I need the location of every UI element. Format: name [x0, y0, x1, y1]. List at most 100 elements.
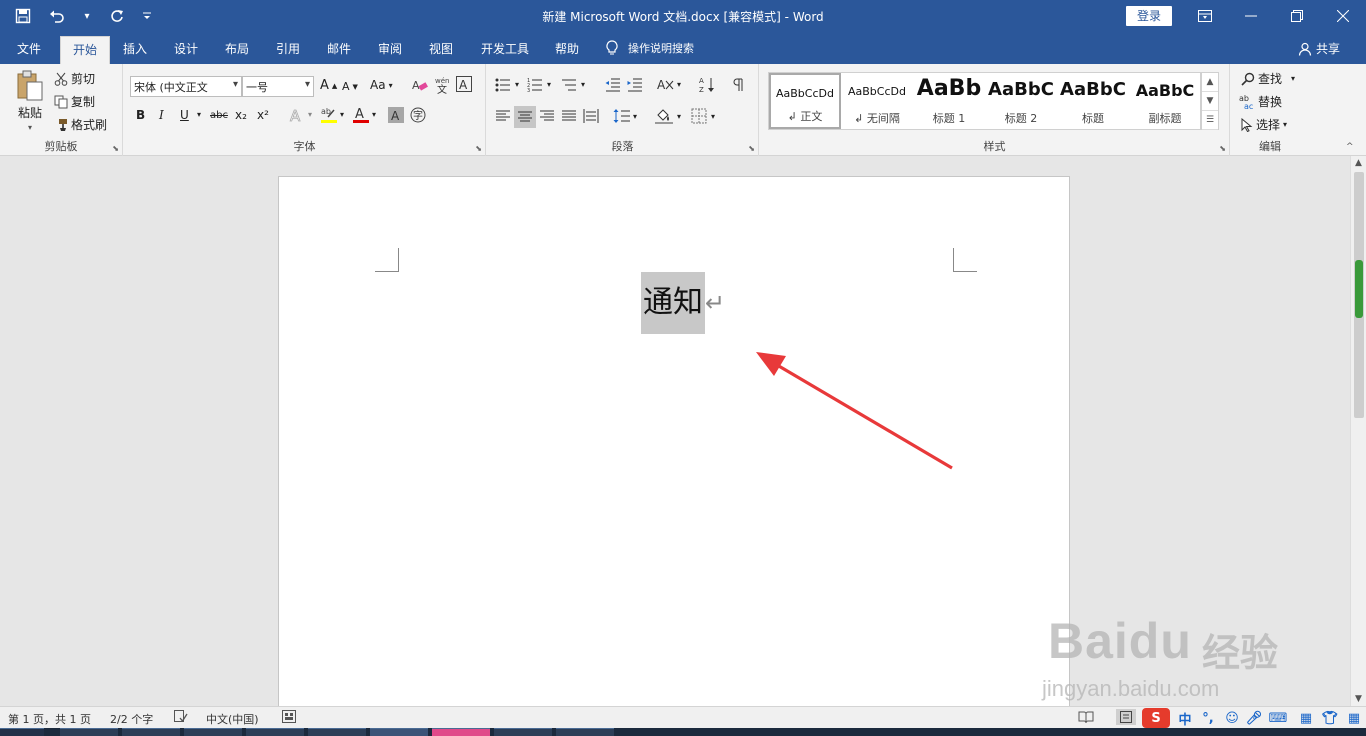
multilevel-dropdown-icon[interactable]: ▾	[581, 80, 585, 89]
tab-layout[interactable]: 布局	[216, 36, 258, 64]
character-shading-icon[interactable]: A	[388, 107, 404, 123]
multilevel-list-icon[interactable]	[561, 78, 577, 92]
selected-text[interactable]: 通知	[641, 272, 705, 334]
text-effects-icon[interactable]: A	[288, 106, 306, 124]
underline-button[interactable]: U	[180, 108, 189, 122]
macro-recording-icon[interactable]	[282, 710, 296, 723]
line-spacing-dropdown-icon[interactable]: ▾	[633, 112, 637, 121]
ime-toolbox-icon[interactable]: ▦	[1296, 708, 1316, 728]
font-color-icon[interactable]: A	[352, 106, 370, 124]
ime-voice-icon[interactable]: 🎤︎	[1244, 708, 1264, 728]
ime-menu-icon[interactable]: ▦	[1344, 708, 1364, 728]
chinese-layout-dropdown-icon[interactable]: ▾	[677, 80, 681, 89]
document-paragraph[interactable]: 通知 ↵	[641, 272, 725, 334]
gallery-more-icon[interactable]: ☰	[1202, 111, 1218, 130]
gallery-down-icon[interactable]: ▼	[1202, 92, 1218, 111]
sogou-ime-icon[interactable]: S	[1142, 708, 1170, 728]
shading-icon[interactable]	[655, 108, 673, 124]
scroll-down-icon[interactable]: ▼	[1351, 694, 1366, 704]
grow-font-icon[interactable]: A ▲	[320, 78, 337, 93]
taskbar-app[interactable]	[122, 728, 180, 736]
find-button[interactable]: 查找 ▾	[1241, 70, 1295, 87]
minimize-icon[interactable]	[1228, 0, 1274, 32]
bullets-icon[interactable]	[495, 78, 511, 92]
superscript-button[interactable]: x²	[257, 108, 269, 122]
style-subtitle[interactable]: AaBbC 副标题	[1129, 73, 1201, 129]
sort-icon[interactable]: AZ	[699, 76, 715, 94]
ribbon-display-options-icon[interactable]	[1182, 0, 1228, 32]
paste-dropdown-icon[interactable]: ▾	[28, 123, 32, 132]
word-count[interactable]: 2/2 个字	[110, 711, 153, 727]
font-launcher-icon[interactable]: ⬊	[475, 144, 482, 153]
taskbar-app[interactable]	[556, 728, 614, 736]
ime-keyboard-icon[interactable]: ⌨	[1268, 708, 1288, 728]
taskbar-app[interactable]	[308, 728, 366, 736]
restore-icon[interactable]	[1274, 0, 1320, 32]
taskbar-app[interactable]	[184, 728, 242, 736]
tab-insert[interactable]: 插入	[114, 36, 156, 64]
tell-me-search[interactable]: 操作说明搜索	[606, 40, 694, 56]
tab-view[interactable]: 视图	[420, 36, 462, 64]
styles-launcher-icon[interactable]: ⬊	[1219, 144, 1226, 153]
replace-button[interactable]: ab ac 替换	[1239, 93, 1282, 110]
vertical-scrollbar[interactable]: ▲ ▼	[1350, 156, 1366, 706]
change-case-button[interactable]: Aa ▾	[370, 78, 393, 92]
font-color-dropdown-icon[interactable]: ▾	[372, 110, 376, 119]
taskbar-app[interactable]	[246, 728, 304, 736]
shrink-font-icon[interactable]: A ▼	[342, 80, 358, 93]
distributed-icon[interactable]	[583, 108, 599, 124]
increase-indent-icon[interactable]	[627, 78, 643, 92]
tab-help[interactable]: 帮助	[546, 36, 588, 64]
tab-references[interactable]: 引用	[267, 36, 309, 64]
bold-button[interactable]: B	[136, 108, 145, 122]
taskbar-app[interactable]	[432, 728, 490, 736]
ime-skin-icon[interactable]: 👕︎	[1320, 708, 1340, 728]
borders-icon[interactable]	[691, 108, 707, 124]
enclose-characters-icon[interactable]: 字	[410, 107, 426, 123]
taskbar-app[interactable]	[370, 728, 428, 736]
font-name-combo[interactable]: 宋体 (中文正文 ▾	[130, 76, 242, 97]
style-heading-1[interactable]: AaBb 标题 1	[913, 73, 985, 129]
borders-dropdown-icon[interactable]: ▾	[711, 112, 715, 121]
shading-dropdown-icon[interactable]: ▾	[677, 112, 681, 121]
tab-home[interactable]: 开始	[60, 36, 110, 64]
proofing-icon[interactable]	[174, 710, 188, 723]
line-spacing-icon[interactable]	[613, 108, 631, 124]
tab-developer[interactable]: 开发工具	[474, 36, 536, 64]
ime-language-toggle[interactable]: 中	[1174, 708, 1196, 728]
style-title[interactable]: AaBbC 标题	[1057, 73, 1129, 129]
show-formatting-marks-icon[interactable]	[731, 78, 745, 92]
copy-button[interactable]: 复制	[54, 93, 95, 110]
paste-button[interactable]: 粘贴 ▾	[12, 70, 48, 132]
style-no-spacing[interactable]: AaBbCcDd ↲ 无间隔	[841, 73, 913, 129]
clear-formatting-icon[interactable]: A	[412, 78, 428, 92]
tab-review[interactable]: 审阅	[369, 36, 411, 64]
style-heading-2[interactable]: AaBbC 标题 2	[985, 73, 1057, 129]
page-count[interactable]: 第 1 页，共 1 页	[8, 711, 91, 727]
start-button[interactable]	[0, 728, 44, 736]
text-effects-dropdown-icon[interactable]: ▾	[308, 110, 312, 119]
cut-button[interactable]: 剪切	[54, 70, 95, 87]
font-size-combo[interactable]: 一号 ▾	[242, 76, 314, 97]
tab-file[interactable]: 文件	[8, 36, 50, 64]
read-mode-icon[interactable]	[1078, 710, 1094, 724]
italic-button[interactable]: I	[159, 108, 164, 122]
format-painter-button[interactable]: 格式刷	[54, 116, 107, 133]
align-right-icon[interactable]	[539, 110, 555, 122]
justify-icon[interactable]	[561, 110, 577, 122]
underline-dropdown-icon[interactable]: ▾	[197, 110, 201, 119]
chinese-layout-icon[interactable]: A	[657, 77, 675, 93]
language-indicator[interactable]: 中文(中国)	[206, 711, 259, 727]
tab-design[interactable]: 设计	[165, 36, 207, 64]
clipboard-launcher-icon[interactable]: ⬊	[112, 144, 119, 153]
paragraph-launcher-icon[interactable]: ⬊	[748, 144, 755, 153]
share-button[interactable]: 共享	[1298, 40, 1340, 57]
close-icon[interactable]	[1320, 0, 1366, 32]
style-normal[interactable]: AaBbCcDd ↲ 正文	[769, 73, 841, 129]
taskbar-app[interactable]	[60, 728, 118, 736]
align-left-icon[interactable]	[495, 110, 511, 122]
numbering-dropdown-icon[interactable]: ▾	[547, 80, 551, 89]
collapse-ribbon-icon[interactable]: ^	[1346, 142, 1354, 152]
highlight-dropdown-icon[interactable]: ▾	[340, 110, 344, 119]
ime-punctuation-icon[interactable]: °,	[1198, 708, 1218, 728]
